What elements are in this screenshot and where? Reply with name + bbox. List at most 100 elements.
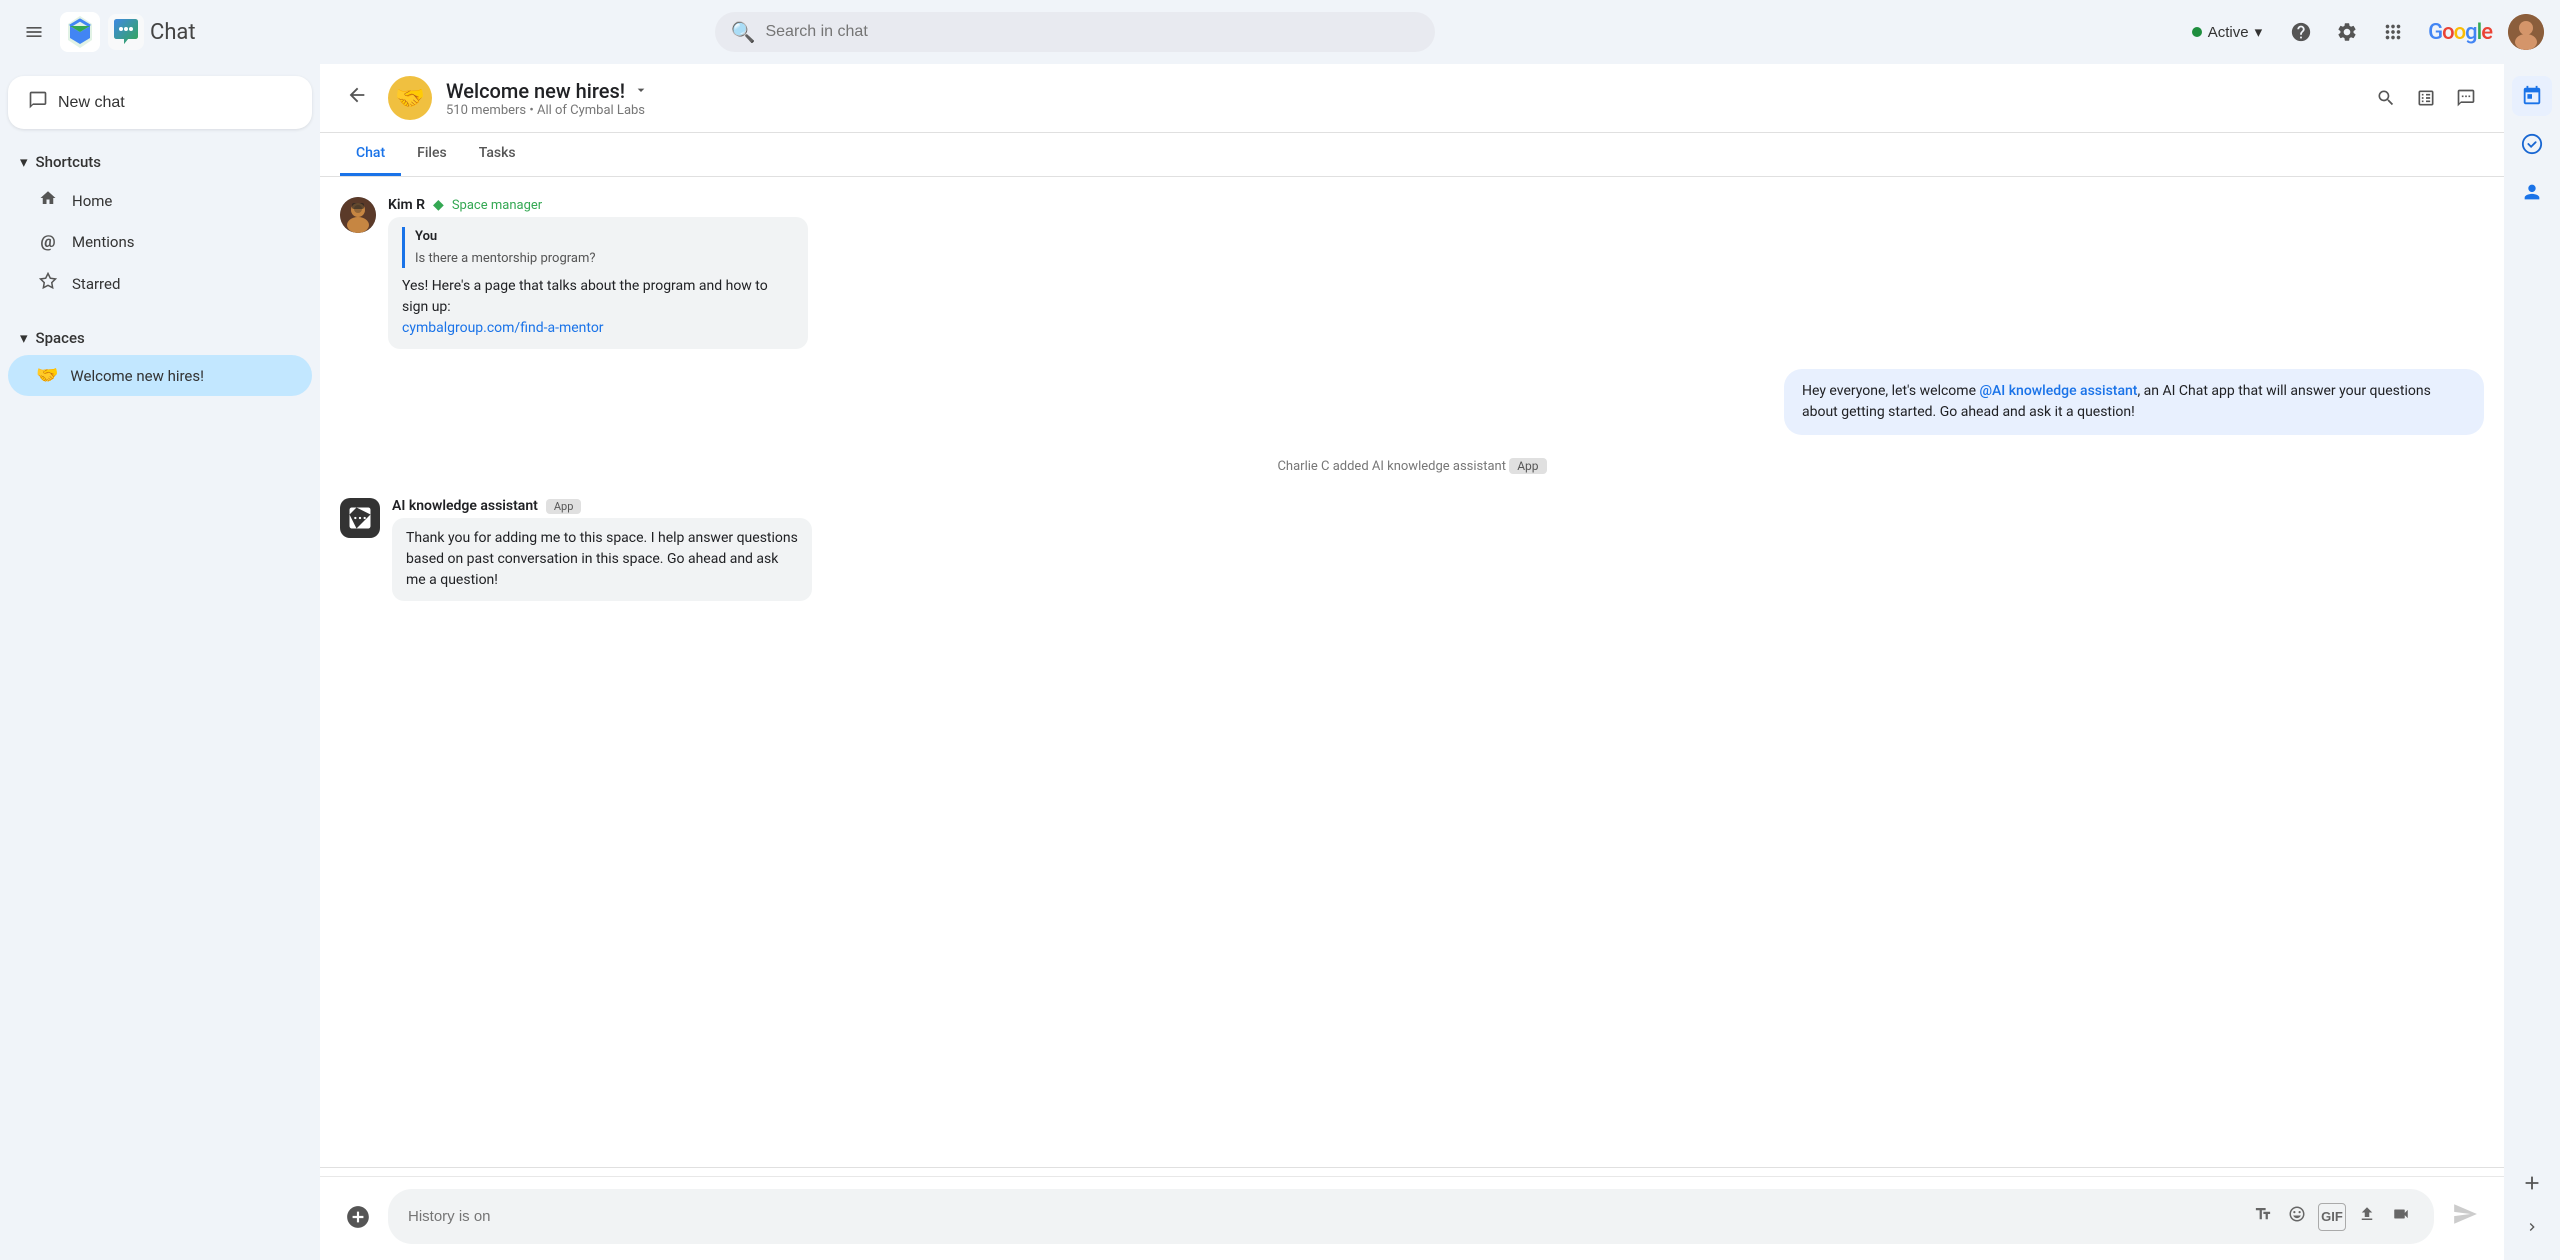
message-input-box[interactable]: GIF xyxy=(388,1189,2434,1244)
outgoing-message-wrap: Hey everyone, let's welcome @AI knowledg… xyxy=(340,369,2484,435)
home-icon xyxy=(36,189,60,212)
header-left: Chat xyxy=(16,12,336,52)
status-label: Active xyxy=(2208,24,2249,41)
message-group-kim: Kim R ◆ Space manager You Is there a men… xyxy=(340,197,2484,349)
new-chat-label: New chat xyxy=(58,94,125,112)
shortcuts-chevron-icon: ▾ xyxy=(20,153,28,171)
active-dot-icon xyxy=(2192,27,2202,37)
search-icon: 🔍 xyxy=(731,20,756,44)
messages-list: Kim R ◆ Space manager You Is there a men… xyxy=(320,177,2504,1159)
calendar-panel-button[interactable] xyxy=(2512,76,2552,116)
shortcuts-label: Shortcuts xyxy=(36,153,101,171)
mentions-label: Mentions xyxy=(72,233,134,251)
status-button[interactable]: Active ▾ xyxy=(2180,15,2274,49)
spaces-chevron-icon: ▾ xyxy=(20,329,28,347)
status-chevron-icon: ▾ xyxy=(2255,23,2263,41)
back-button[interactable] xyxy=(340,78,374,118)
toggle-panel-button[interactable] xyxy=(2408,80,2444,116)
ai-avatar xyxy=(340,498,380,538)
app-header: Chat 🔍 Active ▾ Google xyxy=(0,0,2560,64)
spaces-label: Spaces xyxy=(36,329,85,347)
shortcuts-section-header[interactable]: ▾ Shortcuts xyxy=(8,145,312,179)
ai-sender-name: AI knowledge assistant xyxy=(392,498,538,514)
ai-app-badge: App xyxy=(546,499,582,514)
search-input[interactable] xyxy=(765,23,1418,41)
ai-message-bubble: Thank you for adding me to this space. I… xyxy=(392,518,812,601)
emoji-button[interactable] xyxy=(2284,1201,2310,1232)
gif-button[interactable]: GIF xyxy=(2318,1203,2346,1231)
sidebar-item-starred[interactable]: Starred xyxy=(8,262,312,305)
spaces-section-header[interactable]: ▾ Spaces xyxy=(8,321,312,355)
upload-button[interactable] xyxy=(2354,1201,2380,1232)
tab-chat[interactable]: Chat xyxy=(340,133,401,176)
space-manager-badge: Space manager xyxy=(452,198,542,213)
kim-message-content: Kim R ◆ Space manager You Is there a men… xyxy=(388,197,2484,349)
kim-avatar xyxy=(340,197,376,233)
tab-files[interactable]: Files xyxy=(401,133,463,176)
new-chat-icon xyxy=(28,90,48,115)
sidebar-item-mentions[interactable]: @ Mentions xyxy=(8,222,312,262)
ai-message-text: Thank you for adding me to this space. I… xyxy=(406,530,798,588)
kim-reply-text: Yes! Here's a page that talks about the … xyxy=(402,276,794,318)
tab-tasks-label: Tasks xyxy=(479,145,516,161)
chat-subtitle: 510 members • All of Cymbal Labs xyxy=(446,103,2354,118)
quoted-sender-name: You xyxy=(415,227,794,247)
outgoing-message-bubble: Hey everyone, let's welcome @AI knowledg… xyxy=(1784,369,2484,435)
input-actions: GIF xyxy=(2250,1201,2414,1232)
tab-tasks[interactable]: Tasks xyxy=(463,133,532,176)
chat-title-wrap: Welcome new hires! 510 members • All of … xyxy=(446,79,2354,118)
new-chat-button[interactable]: New chat xyxy=(8,76,312,129)
search-chat-button[interactable] xyxy=(2368,80,2404,116)
chat-title-chevron-icon xyxy=(633,79,649,103)
space-emoji-icon: 🤝 xyxy=(36,365,58,386)
sidebar-item-home[interactable]: Home xyxy=(8,179,312,222)
video-call-button[interactable] xyxy=(2388,1201,2414,1232)
ai-mention: @AI knowledge assistant xyxy=(1979,383,2137,399)
threads-button[interactable] xyxy=(2448,80,2484,116)
menu-button[interactable] xyxy=(16,14,52,50)
app-title: Chat xyxy=(150,20,196,45)
chat-area: 🤝 Welcome new hires! 510 members • All o… xyxy=(320,64,2504,1260)
google-chat-logo-icon xyxy=(108,14,144,50)
chat-title-text: Welcome new hires! xyxy=(446,79,625,103)
format-text-button[interactable] xyxy=(2250,1201,2276,1232)
chat-tabs: Chat Files Tasks xyxy=(320,133,2504,177)
space-avatar: 🤝 xyxy=(388,76,432,120)
apps-button[interactable] xyxy=(2374,13,2412,51)
chat-title[interactable]: Welcome new hires! xyxy=(446,79,2354,103)
spaces-section: ▾ Spaces 🤝 Welcome new hires! xyxy=(8,321,312,396)
space-item-welcome-new-hires[interactable]: 🤝 Welcome new hires! xyxy=(8,355,312,396)
starred-icon xyxy=(36,272,60,295)
search-bar: 🔍 xyxy=(715,12,1435,52)
help-button[interactable] xyxy=(2282,13,2320,51)
collapse-panel-button[interactable] xyxy=(2516,1211,2548,1248)
settings-button[interactable] xyxy=(2328,13,2366,51)
user-avatar[interactable] xyxy=(2508,14,2544,50)
system-message-text: Charlie C added AI knowledge assistant xyxy=(1277,459,1509,474)
starred-label: Starred xyxy=(72,275,120,293)
system-message: Charlie C added AI knowledge assistant A… xyxy=(340,455,2484,478)
chat-header-actions xyxy=(2368,80,2484,116)
right-panel xyxy=(2504,64,2560,1260)
add-attachment-button[interactable] xyxy=(340,1199,376,1235)
kim-message-bubble: You Is there a mentorship program? Yes! … xyxy=(388,217,808,349)
space-manager-diamond-icon: ◆ xyxy=(433,197,444,213)
header-right: Active ▾ Google xyxy=(2180,13,2544,51)
add-panel-button[interactable] xyxy=(2512,1163,2552,1203)
kim-sender-name: Kim R xyxy=(388,197,425,213)
message-input-area: GIF xyxy=(320,1176,2504,1260)
search-input-wrap[interactable]: 🔍 xyxy=(715,12,1435,52)
sidebar: New chat ▾ Shortcuts Home @ Mentions Sta… xyxy=(0,64,320,1260)
ai-message-content: AI knowledge assistant App Thank you for… xyxy=(392,498,2484,601)
tasks-panel-button[interactable] xyxy=(2512,124,2552,164)
nav-items: Home @ Mentions Starred xyxy=(8,179,312,305)
ai-sender-info: AI knowledge assistant App xyxy=(392,498,2484,514)
ai-message-group: AI knowledge assistant App Thank you for… xyxy=(340,498,2484,601)
quoted-text: Is there a mentorship program? xyxy=(415,249,794,269)
mentorship-link[interactable]: cymbalgroup.com/find-a-mentor xyxy=(402,320,604,336)
mentions-icon: @ xyxy=(36,232,60,252)
message-input[interactable] xyxy=(408,1208,2238,1225)
send-button[interactable] xyxy=(2446,1195,2484,1239)
app-badge: App xyxy=(1509,458,1546,474)
contacts-panel-button[interactable] xyxy=(2512,172,2552,212)
